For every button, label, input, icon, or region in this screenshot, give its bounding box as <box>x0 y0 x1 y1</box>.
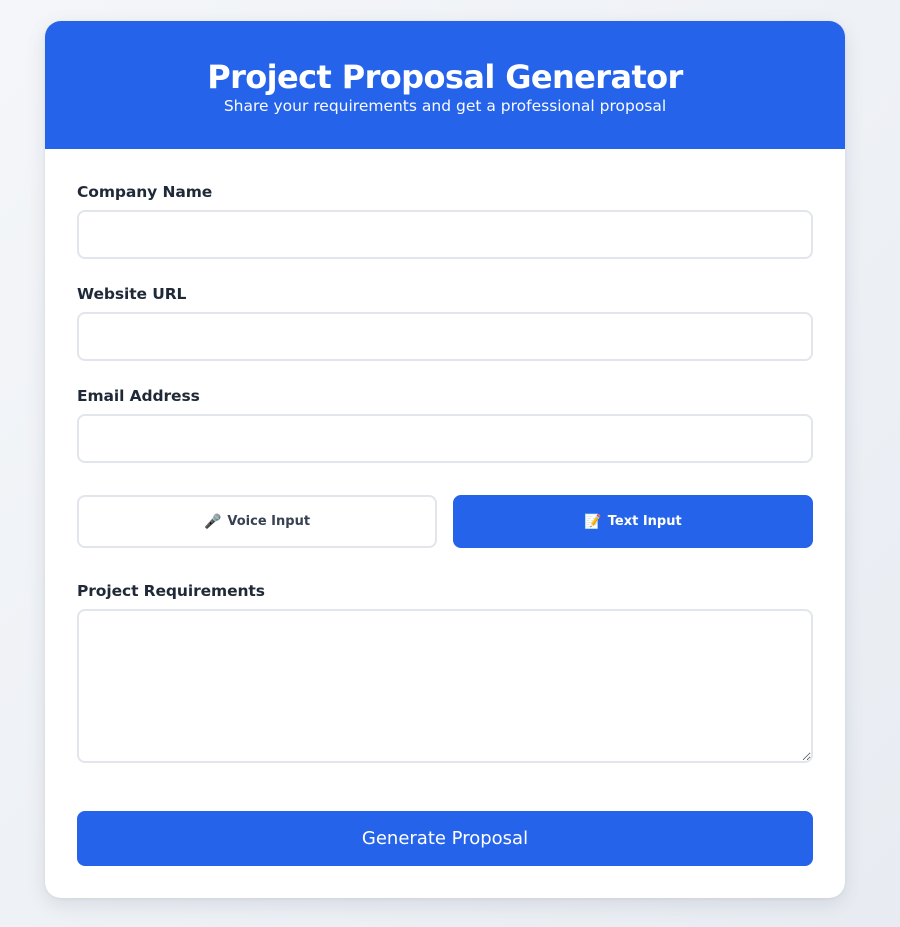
page-title: Project Proposal Generator <box>207 58 683 96</box>
memo-icon: 📝 <box>584 513 602 530</box>
website-url-label: Website URL <box>77 285 187 303</box>
website-url-input[interactable] <box>77 312 813 361</box>
text-input-button[interactable]: 📝 Text Input <box>453 495 813 548</box>
email-address-label: Email Address <box>77 387 200 405</box>
voice-input-label: Voice Input <box>227 514 311 529</box>
card-header: Project Proposal Generator Share your re… <box>45 21 845 149</box>
project-requirements-label: Project Requirements <box>77 582 265 600</box>
voice-input-button[interactable]: 🎤 Voice Input <box>77 495 437 548</box>
email-address-input[interactable] <box>77 414 813 463</box>
project-requirements-textarea[interactable] <box>77 609 813 763</box>
company-name-input[interactable] <box>77 210 813 259</box>
microphone-icon: 🎤 <box>203 513 222 530</box>
proposal-card: Project Proposal Generator Share your re… <box>45 21 845 898</box>
page-subtitle: Share your requirements and get a profes… <box>223 97 667 115</box>
generate-proposal-button[interactable]: Generate Proposal <box>77 811 813 866</box>
company-name-label: Company Name <box>77 183 213 201</box>
text-input-label: Text Input <box>607 514 682 529</box>
